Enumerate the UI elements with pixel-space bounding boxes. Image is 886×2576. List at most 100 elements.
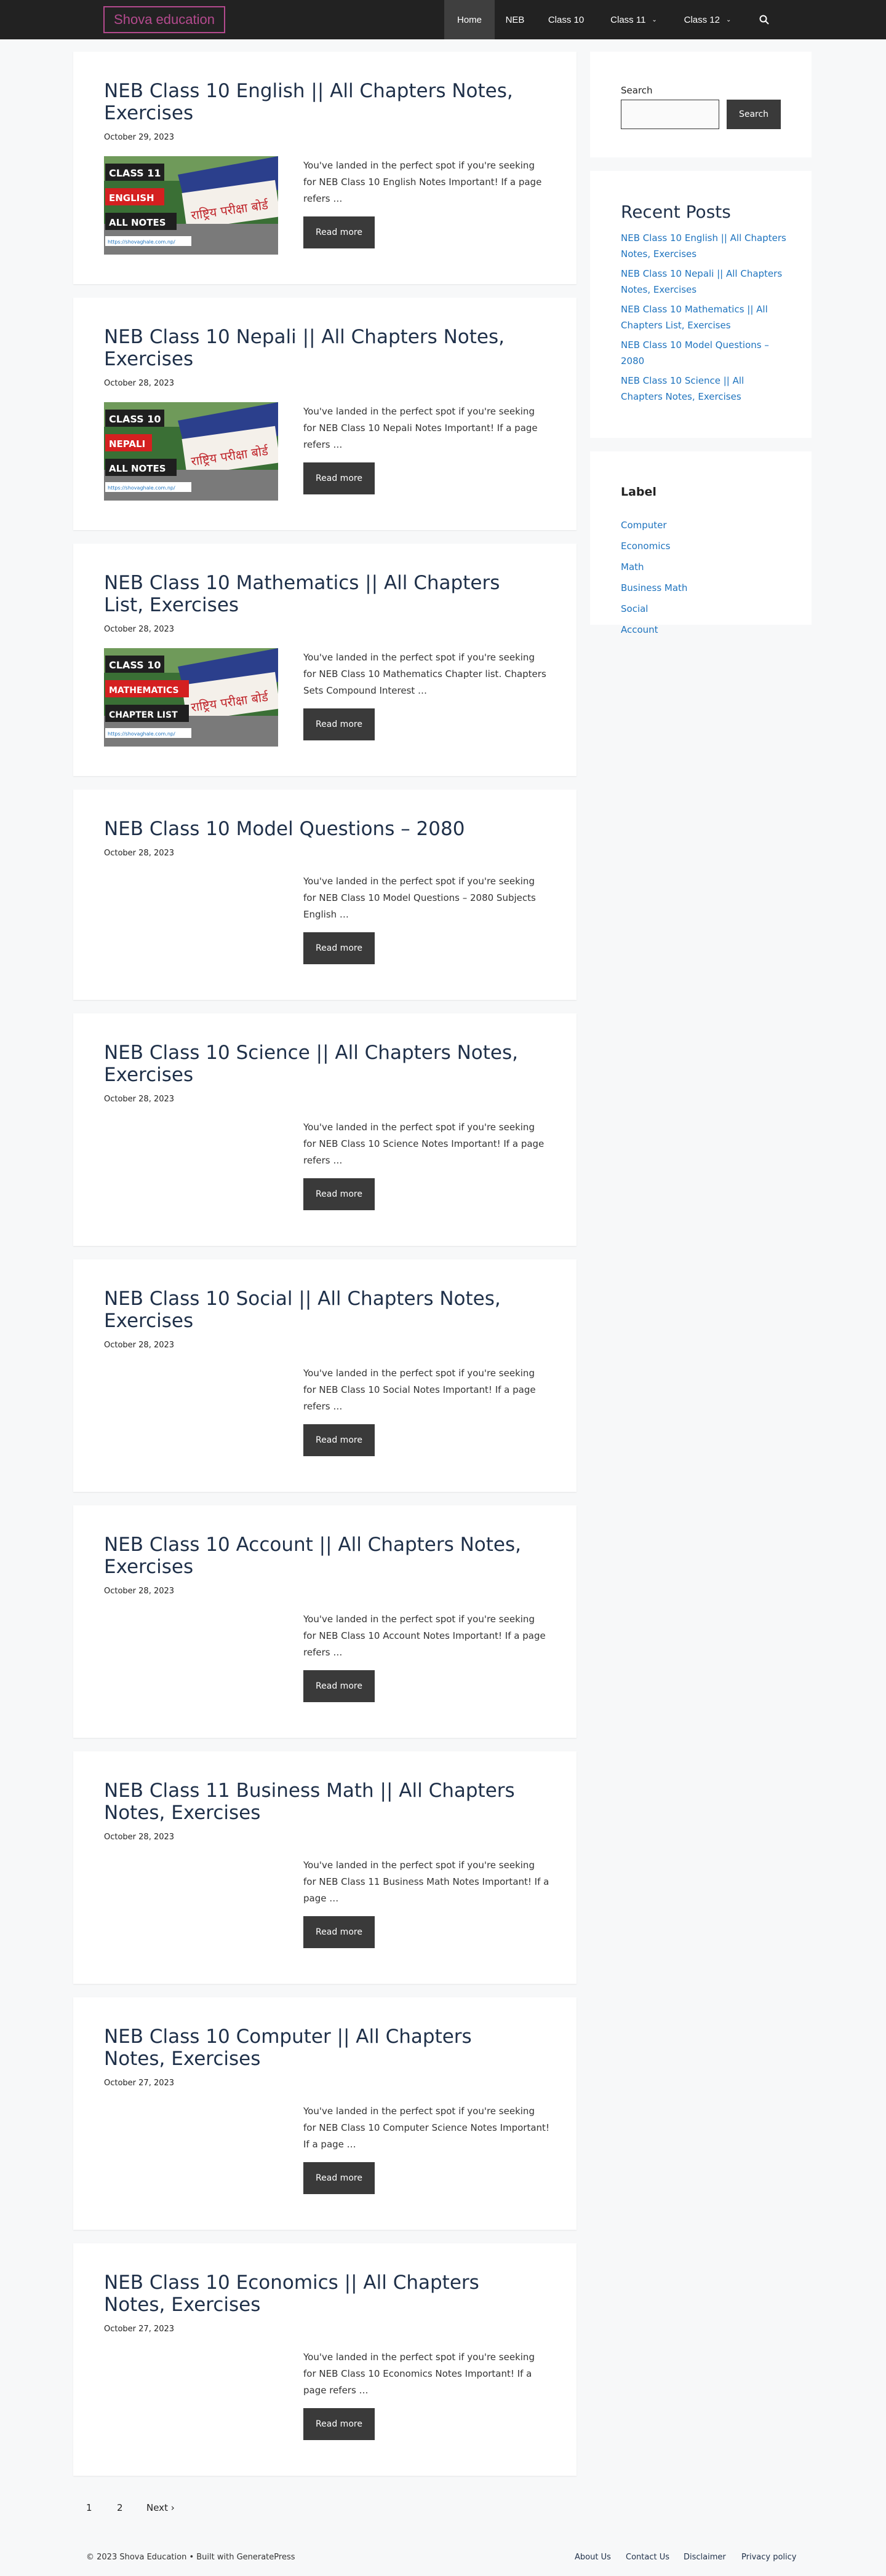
read-more-button[interactable]: Read more xyxy=(303,1424,375,1456)
post-thumbnail[interactable]: राष्ट्रिय परीक्षा बोर्ड CLASS 10 NEPALI … xyxy=(104,402,278,501)
post-excerpt: You've landed in the perfect spot if you… xyxy=(303,1122,545,1166)
read-more-button[interactable]: Read more xyxy=(303,1670,375,1702)
post-date: October 28, 2023 xyxy=(104,1341,175,1350)
chevron-down-icon: ⌄ xyxy=(725,16,732,23)
recent-posts-heading: Recent Posts xyxy=(621,202,731,222)
post-title[interactable]: NEB Class 10 Mathematics || All Chapters… xyxy=(104,572,535,616)
read-more-button[interactable]: Read more xyxy=(303,216,375,248)
footer-link-contact[interactable]: Contact Us xyxy=(626,2553,669,2562)
site-header: Shova education Home NEB Class 10 Class … xyxy=(0,0,886,39)
recent-post-link[interactable]: NEB Class 10 Nepali || All Chapters Note… xyxy=(621,266,787,298)
post-date: October 28, 2023 xyxy=(104,379,175,388)
search-button[interactable]: Search xyxy=(727,100,781,129)
label-widget: Label Computer Economics Math Business M… xyxy=(590,451,812,635)
read-more-button[interactable]: Read more xyxy=(303,708,375,740)
chevron-right-icon: › xyxy=(170,2502,175,2513)
post-title[interactable]: NEB Class 10 Model Questions – 2080 xyxy=(104,818,535,840)
post-card: NEB Class 10 Social || All Chapters Note… xyxy=(73,1259,577,1492)
nav-label: Class 11 xyxy=(610,14,646,25)
post-thumbnail[interactable]: राष्ट्रिय परीक्षा बोर्ड CLASS 11 ENGLISH… xyxy=(104,156,278,255)
post-excerpt: You've landed in the perfect spot if you… xyxy=(303,1860,549,1904)
label-link-economics[interactable]: Economics xyxy=(621,541,670,552)
next-page-link[interactable]: Next › xyxy=(146,2502,175,2513)
nav-search-button[interactable] xyxy=(744,0,784,39)
nav-item-home[interactable]: Home xyxy=(444,0,495,39)
nav-label: Home xyxy=(457,14,482,25)
page-link-2[interactable]: 2 xyxy=(117,2502,123,2513)
post-date: October 29, 2023 xyxy=(104,133,175,142)
read-more-button[interactable]: Read more xyxy=(303,932,375,964)
nav-label: Class 12 xyxy=(684,14,720,25)
label-link-math[interactable]: Math xyxy=(621,561,644,573)
thumbnail-line3: ALL NOTES xyxy=(109,217,166,228)
nav-item-class-11[interactable]: Class 11 ⌄ xyxy=(597,0,671,39)
nav-item-neb[interactable]: NEB xyxy=(495,0,535,39)
post-card: NEB Class 10 Nepali || All Chapters Note… xyxy=(73,298,577,530)
nav-item-class-12[interactable]: Class 12 ⌄ xyxy=(671,0,744,39)
recent-post-link[interactable]: NEB Class 10 English || All Chapters Not… xyxy=(621,230,787,262)
next-label: Next xyxy=(146,2502,168,2513)
post-excerpt: You've landed in the perfect spot if you… xyxy=(303,160,542,204)
post-title[interactable]: NEB Class 11 Business Math || All Chapte… xyxy=(104,1780,535,1824)
post-card: NEB Class 10 Model Questions – 2080 Octo… xyxy=(73,790,577,1000)
recent-posts-widget: Recent Posts NEB Class 10 English || All… xyxy=(590,171,812,438)
post-date: October 28, 2023 xyxy=(104,1095,175,1104)
thumbnail-line3: ALL NOTES xyxy=(109,463,166,474)
nav-label: NEB xyxy=(505,14,525,25)
post-date: October 28, 2023 xyxy=(104,849,175,858)
read-more-button[interactable]: Read more xyxy=(303,1178,375,1210)
search-icon xyxy=(759,15,769,25)
recent-post-link[interactable]: NEB Class 10 Model Questions – 2080 xyxy=(621,337,787,369)
page-link-1[interactable]: 1 xyxy=(86,2502,92,2513)
post-title[interactable]: NEB Class 10 Science || All Chapters Not… xyxy=(104,1042,535,1086)
search-input[interactable] xyxy=(621,100,719,129)
recent-post-link[interactable]: NEB Class 10 Mathematics || All Chapters… xyxy=(621,301,787,333)
thumbnail-url: https://shovaghale.com.np/ xyxy=(108,731,175,737)
post-title[interactable]: NEB Class 10 Social || All Chapters Note… xyxy=(104,1288,535,1332)
post-card: NEB Class 10 Economics || All Chapters N… xyxy=(73,2243,577,2476)
thumbnail-image: राष्ट्रिय परीक्षा बोर्ड CLASS 10 MATHEMA… xyxy=(104,648,278,747)
post-excerpt: You've landed in the perfect spot if you… xyxy=(303,1368,536,1412)
thumbnail-line1: CLASS 11 xyxy=(109,167,161,179)
footer-link-privacy[interactable]: Privacy policy xyxy=(741,2553,796,2562)
site-footer: © 2023 Shova Education • Built with Gene… xyxy=(0,2548,886,2570)
nav-item-class-10[interactable]: Class 10 xyxy=(535,0,597,39)
search-label: Search xyxy=(621,85,653,96)
thumbnail-line3: CHAPTER LIST xyxy=(109,710,178,720)
thumbnail-line1: CLASS 10 xyxy=(109,413,161,425)
post-card: NEB Class 10 Mathematics || All Chapters… xyxy=(73,544,577,776)
read-more-button[interactable]: Read more xyxy=(303,462,375,494)
label-link-computer[interactable]: Computer xyxy=(621,520,667,531)
post-title[interactable]: NEB Class 10 Account || All Chapters Not… xyxy=(104,1534,535,1578)
footer-link-disclaimer[interactable]: Disclaimer xyxy=(684,2553,726,2562)
post-date: October 28, 2023 xyxy=(104,1833,175,1842)
thumbnail-url: https://shovaghale.com.np/ xyxy=(108,485,175,491)
thumbnail-line2: ENGLISH xyxy=(109,192,154,204)
nav-label: Class 10 xyxy=(548,14,585,25)
label-link-business-math[interactable]: Business Math xyxy=(621,582,687,593)
read-more-button[interactable]: Read more xyxy=(303,2162,375,2194)
post-thumbnail[interactable]: राष्ट्रिय परीक्षा बोर्ड CLASS 10 MATHEMA… xyxy=(104,648,278,747)
read-more-button[interactable]: Read more xyxy=(303,1916,375,1948)
post-excerpt: You've landed in the perfect spot if you… xyxy=(303,876,536,920)
thumbnail-line2: MATHEMATICS xyxy=(109,686,179,696)
post-date: October 27, 2023 xyxy=(104,2079,175,2088)
post-date: October 28, 2023 xyxy=(104,625,175,634)
post-title[interactable]: NEB Class 10 Computer || All Chapters No… xyxy=(104,2026,535,2070)
footer-link-about[interactable]: About Us xyxy=(575,2553,611,2562)
main-nav: Home NEB Class 10 Class 11 ⌄ Class 12 ⌄ xyxy=(444,0,784,39)
thumbnail-image: राष्ट्रिय परीक्षा बोर्ड CLASS 11 ENGLISH… xyxy=(104,156,278,255)
pagination: 1 2 Next › xyxy=(0,2500,886,2518)
label-link-account[interactable]: Account xyxy=(621,624,658,635)
recent-post-link[interactable]: NEB Class 10 Science || All Chapters Not… xyxy=(621,373,787,405)
footer-copyright: © 2023 Shova Education • Built with Gene… xyxy=(86,2553,295,2562)
chevron-down-icon: ⌄ xyxy=(652,16,657,23)
thumbnail-url: https://shovaghale.com.np/ xyxy=(108,239,175,245)
post-card: NEB Class 10 Science || All Chapters Not… xyxy=(73,1013,577,1246)
label-link-social[interactable]: Social xyxy=(621,603,648,614)
read-more-button[interactable]: Read more xyxy=(303,2408,375,2440)
post-title[interactable]: NEB Class 10 Nepali || All Chapters Note… xyxy=(104,326,535,370)
post-title[interactable]: NEB Class 10 English || All Chapters Not… xyxy=(104,80,535,124)
post-title[interactable]: NEB Class 10 Economics || All Chapters N… xyxy=(104,2272,535,2316)
site-logo[interactable]: Shova education xyxy=(103,6,225,33)
